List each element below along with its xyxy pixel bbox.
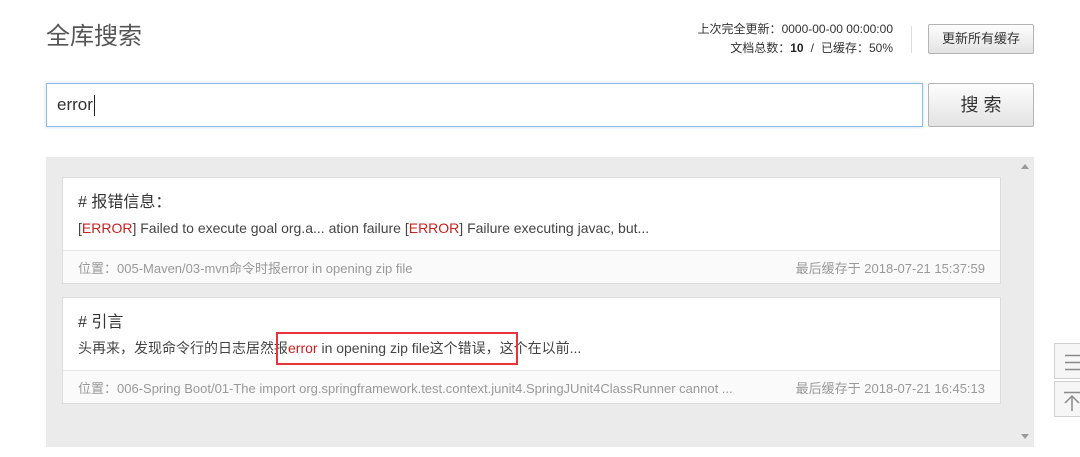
floating-toolbar — [1054, 343, 1080, 417]
search-button[interactable]: 搜 索 — [928, 83, 1034, 127]
outline-button[interactable] — [1054, 343, 1080, 379]
result-body: # 报错信息： [ERROR] Failed to execute goal o… — [63, 178, 1000, 250]
cached-label: 已缓存： — [820, 41, 869, 55]
cached-value: 50% — [868, 41, 893, 55]
snippet-match: error — [288, 340, 318, 356]
stats-separator: / — [810, 41, 814, 55]
snippet-text: in opening zip file这个错误，这个在以前... — [317, 340, 582, 356]
last-update-label: 上次完全更新： — [697, 22, 782, 36]
result-location: 位置：005-Maven/03-mvn命令时报error in opening … — [78, 260, 413, 276]
result-footer: 位置：005-Maven/03-mvn命令时报error in opening … — [63, 250, 1000, 283]
back-to-top-button[interactable] — [1054, 381, 1080, 417]
cache-status: 上次完全更新：0000-00-00 00:00:00 文档总数：10 / 已缓存：5… — [698, 20, 893, 58]
result-card[interactable]: # 报错信息： [ERROR] Failed to execute goal o… — [62, 177, 1001, 284]
scroll-down-arrow-icon[interactable] — [1021, 434, 1029, 439]
back-to-top-icon — [1064, 391, 1080, 411]
header-divider — [911, 26, 912, 53]
result-snippet: 头再来，发现命令行的日志居然报error in opening zip file… — [78, 338, 985, 358]
result-footer: 位置：006-Spring Boot/01-The import org.spr… — [63, 370, 1000, 403]
text-caret — [94, 95, 95, 116]
result-snippet: [ERROR] Failed to execute goal org.a... … — [78, 218, 985, 238]
result-body: # 引言 头再来，发现命令行的日志居然报error in opening zip… — [63, 298, 1000, 370]
result-title: # 引言 — [78, 314, 124, 331]
doc-stats-line: 文档总数：10 / 已缓存：50% — [698, 39, 893, 58]
search-input[interactable] — [46, 83, 923, 127]
snippet-match: ERROR — [81, 220, 133, 236]
result-title: # 报错信息： — [78, 194, 172, 211]
result-cached-time: 最后缓存于 2018-07-21 16:45:13 — [795, 380, 985, 396]
snippet-text: 头再来，发现命令行的日志居然报 — [78, 340, 288, 356]
snippet-match: ERROR — [408, 220, 460, 236]
last-update-value: 0000-00-00 00:00:00 — [781, 22, 893, 36]
scroll-up-arrow-icon[interactable] — [1021, 164, 1029, 169]
result-location: 位置：006-Spring Boot/01-The import org.spr… — [78, 380, 733, 396]
refresh-all-cache-button[interactable]: 更新所有缓存 — [928, 24, 1034, 54]
doc-count-label: 文档总数： — [730, 41, 791, 55]
search-results-panel[interactable]: # 报错信息： [ERROR] Failed to execute goal o… — [46, 157, 1034, 447]
result-cached-time: 最后缓存于 2018-07-21 15:37:59 — [795, 260, 985, 276]
page-title: 全库搜索 — [46, 23, 142, 50]
list-icon — [1065, 354, 1080, 371]
snippet-text: ] Failure executing javac, but... — [459, 220, 650, 236]
result-card[interactable]: # 引言 头再来，发现命令行的日志居然报error in opening zip… — [62, 297, 1001, 404]
snippet-text: ] Failed to execute goal org.a... ation … — [132, 220, 409, 236]
last-update-line: 上次完全更新：0000-00-00 00:00:00 — [698, 20, 893, 39]
doc-count-value: 10 — [790, 41, 804, 55]
